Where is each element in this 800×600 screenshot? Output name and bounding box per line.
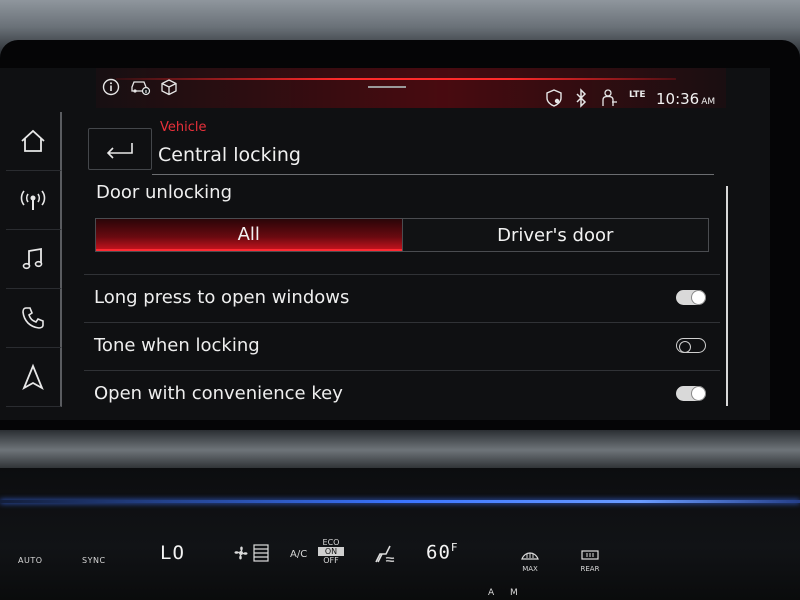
infotainment-display: LTE 10:36 AM Vehicle Central locking Door…	[0, 68, 770, 420]
defrost-max-button[interactable]: MAX	[518, 546, 542, 573]
toggle-knob	[692, 291, 705, 304]
status-bar: LTE 10:36 AM	[96, 68, 726, 108]
temperature-display: 60F	[426, 541, 459, 563]
setting-label: Tone when locking	[94, 335, 260, 356]
back-arrow-icon	[106, 143, 133, 159]
eco-on-label: ON	[318, 547, 344, 556]
status-bar-glow	[96, 68, 726, 108]
location-shield-icon[interactable]	[544, 88, 564, 112]
temperature-value: 60	[426, 541, 451, 564]
radio-icon	[20, 190, 46, 210]
toggle-knob	[692, 387, 705, 400]
breadcrumb[interactable]: Vehicle	[160, 120, 207, 135]
dashboard-bezel-bottom	[0, 430, 800, 470]
eco-ac-button[interactable]: ECO ON OFF	[318, 538, 344, 565]
drag-handle[interactable]	[368, 86, 406, 88]
music-note-icon	[22, 247, 43, 270]
toggle-knob	[679, 340, 691, 353]
network-indicator: LTE	[629, 90, 646, 100]
eco-off-label: OFF	[323, 556, 339, 565]
auto-button[interactable]: AUTO	[18, 556, 43, 565]
setting-open-convenience-key[interactable]: Open with convenience key	[84, 370, 720, 417]
seat-airflow-icon[interactable]	[372, 542, 396, 568]
back-button[interactable]	[88, 128, 152, 170]
rail-phone-button[interactable]	[6, 289, 62, 348]
status-bar-accent-line	[116, 78, 676, 80]
toggle-switch-on[interactable]	[676, 290, 706, 305]
setting-label: Open with convenience key	[94, 383, 343, 404]
bluetooth-icon[interactable]	[574, 88, 588, 112]
a-label: A	[488, 588, 495, 598]
eco-label: ECO	[322, 538, 340, 547]
defrost-rear-button[interactable]: REAR	[578, 546, 602, 573]
climate-console	[0, 468, 800, 600]
fan-level-display: LO	[160, 542, 185, 564]
toggle-switch-on[interactable]	[676, 386, 706, 401]
rear-defrost-icon	[581, 550, 599, 560]
clock-time: 10:36	[656, 90, 700, 108]
phone-icon	[22, 307, 44, 329]
fan-icon[interactable]	[232, 542, 272, 568]
rail-home-button[interactable]	[6, 112, 62, 171]
temperature-unit: F	[450, 541, 459, 554]
rear-label: REAR	[580, 565, 600, 573]
setting-tone-when-locking[interactable]: Tone when locking	[84, 322, 720, 369]
page-title: Central locking	[158, 144, 301, 166]
option-drivers-door[interactable]: Driver's door	[401, 219, 708, 251]
clock-ampm: AM	[701, 97, 716, 107]
scrollbar[interactable]	[726, 186, 728, 406]
m-label: M	[510, 588, 518, 598]
navigation-arrow-icon	[22, 363, 44, 391]
door-unlocking-selector: All Driver's door	[95, 218, 709, 252]
rail-radio-button[interactable]	[6, 171, 62, 230]
ac-button[interactable]: A/C	[290, 549, 307, 560]
setting-label: Long press to open windows	[94, 287, 350, 308]
option-all[interactable]: All	[96, 219, 402, 251]
clock: 10:36 AM	[656, 90, 715, 108]
rail-navigation-button[interactable]	[6, 348, 62, 407]
title-divider	[152, 174, 714, 175]
ambient-light-strip	[0, 500, 800, 503]
setting-long-press-windows[interactable]: Long press to open windows	[84, 274, 720, 321]
sync-button[interactable]: SYNC	[82, 556, 106, 565]
main-nav-rail	[0, 112, 62, 412]
car-service-icon[interactable]	[130, 78, 152, 100]
person-icon[interactable]	[599, 88, 619, 112]
info-icon[interactable]	[102, 78, 120, 100]
home-icon	[21, 129, 45, 152]
max-label: MAX	[522, 565, 538, 573]
door-unlocking-label: Door unlocking	[96, 182, 232, 203]
rail-media-button[interactable]	[6, 230, 62, 289]
package-icon[interactable]	[160, 78, 178, 100]
toggle-switch-off[interactable]	[676, 338, 706, 353]
windshield-defrost-icon	[521, 552, 539, 560]
